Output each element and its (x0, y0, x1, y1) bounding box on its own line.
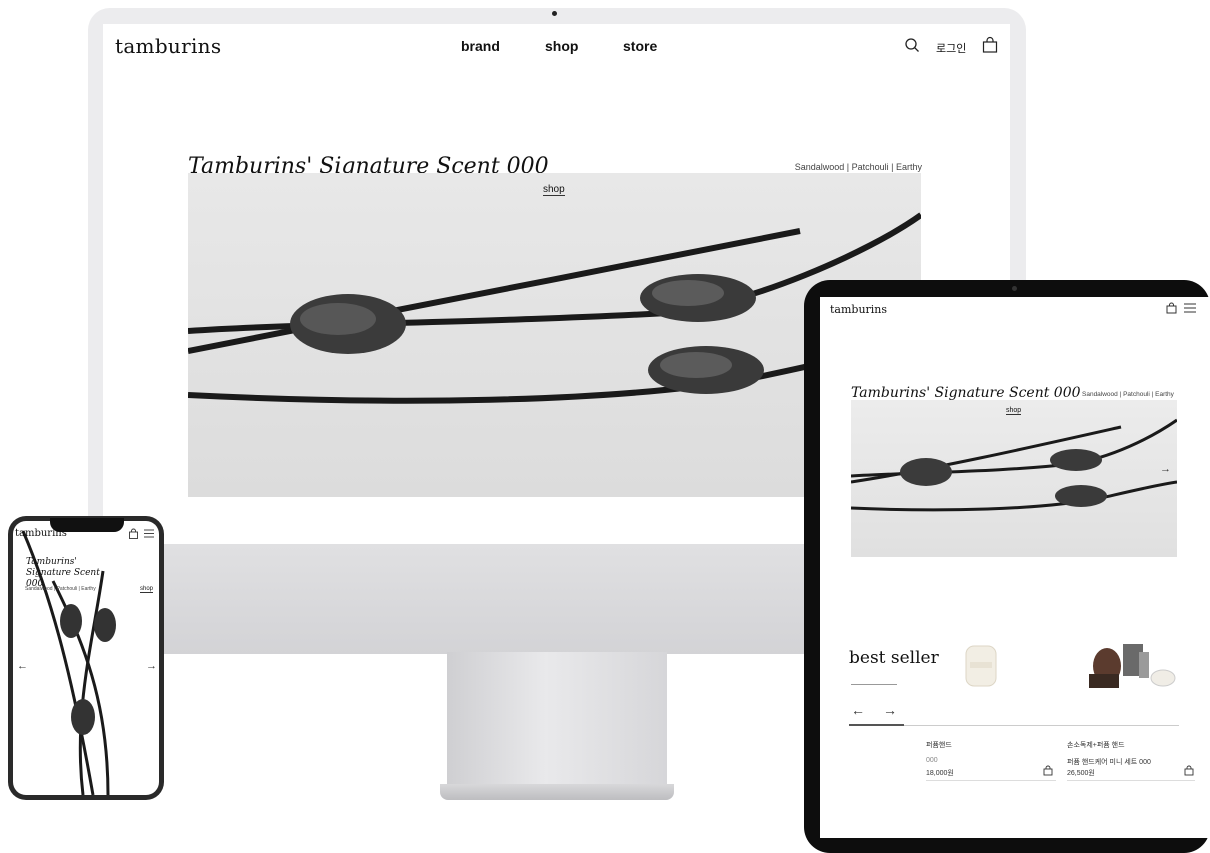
arrow-right-icon[interactable]: → (883, 702, 897, 718)
shopping-bag-icon[interactable] (982, 36, 998, 53)
divider (1067, 780, 1195, 781)
hamburger-menu-icon[interactable] (144, 529, 154, 538)
arrow-right-icon[interactable]: → (146, 660, 157, 672)
flower-buds-image (851, 418, 1177, 512)
desktop-logo[interactable]: tamburins (115, 34, 221, 58)
imac-foot (440, 784, 674, 800)
mobile-hero-shop-link[interactable]: shop (140, 586, 154, 593)
product-price: 18,000원 (926, 770, 954, 777)
product-name[interactable]: 퍼퓸 핸드케어 미니 세트 000 (1067, 757, 1151, 767)
arrow-right-icon[interactable]: → (1160, 463, 1171, 475)
desktop-hero-shop-link[interactable]: shop (543, 184, 565, 196)
ipad-screen (820, 297, 1210, 838)
shopping-bag-icon[interactable] (1184, 765, 1194, 776)
carousel-progress-indicator (849, 724, 904, 726)
login-link[interactable]: 로그인 (936, 40, 966, 56)
product-image-mini-set[interactable] (1083, 630, 1178, 692)
product-price: 26,500원 (1067, 770, 1095, 777)
product-image-hand-cream-jar[interactable] (962, 640, 1000, 692)
ipad-camera (1012, 286, 1017, 291)
imac-camera (552, 11, 557, 16)
view-all-underline[interactable] (851, 684, 897, 685)
search-icon[interactable] (904, 37, 920, 53)
arrow-left-icon[interactable]: ← (17, 660, 28, 672)
tablet-hero-shop-link[interactable]: shop (1006, 407, 1022, 415)
divider (926, 780, 1056, 781)
imac-stand (447, 652, 667, 790)
product-name[interactable]: 000 (926, 757, 938, 764)
shopping-bag-icon[interactable] (1166, 302, 1177, 314)
desktop-nav-store[interactable]: store (623, 38, 657, 54)
tablet-hero-image (851, 400, 1177, 557)
tablet-hero-notes: Sandalwood | Patchouli | Earthy (1082, 391, 1174, 398)
shopping-bag-icon[interactable] (1043, 765, 1053, 776)
desktop-nav-shop[interactable]: shop (545, 38, 578, 54)
product-category: 손소독제+퍼퓸 핸드 (1067, 742, 1125, 749)
best-seller-title: best seller (849, 648, 939, 668)
arrow-left-icon[interactable]: ← (851, 702, 865, 718)
product-category: 퍼퓸핸드 (926, 742, 952, 749)
tablet-logo[interactable]: tamburins (830, 303, 887, 316)
desktop-hero-notes: Sandalwood | Patchouli | Earthy (794, 162, 922, 172)
hamburger-menu-icon[interactable] (1184, 303, 1196, 313)
mobile-hero-notes: Sandalwood | Patchouli | Earthy (25, 586, 96, 592)
shopping-bag-icon[interactable] (129, 528, 138, 539)
mobile-logo[interactable]: tamburins (15, 528, 67, 539)
tablet-hero-title: Tamburins' Signature Scent 000 (851, 385, 1081, 401)
desktop-nav-brand[interactable]: brand (461, 38, 500, 54)
